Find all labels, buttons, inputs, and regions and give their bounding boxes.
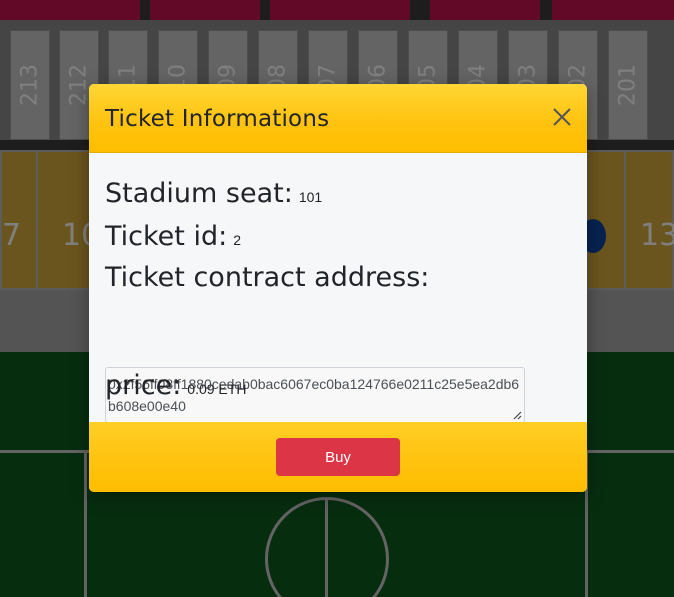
modal-title: Ticket Informations	[105, 106, 330, 132]
stadium-seat-value: 101	[298, 189, 323, 205]
contract-address-label: Ticket contract address:	[105, 262, 430, 293]
price-line: price: 0.09 ETH	[105, 370, 246, 401]
ticket-id-label: Ticket id:	[105, 221, 228, 252]
close-icon	[553, 108, 571, 126]
ticket-id-value: 2	[233, 232, 241, 248]
price-value: 0.09 ETH	[187, 381, 247, 397]
ticket-info-modal: Ticket Informations Stadium seat: 101 Tic…	[89, 84, 587, 492]
close-button[interactable]	[551, 106, 573, 128]
modal-header: Ticket Informations	[89, 84, 587, 153]
stadium-seat-label: Stadium seat:	[105, 178, 293, 209]
price-label: price:	[105, 370, 182, 401]
contract-address-row: Ticket contract address:	[105, 262, 429, 293]
modal-footer: Buy	[89, 422, 587, 492]
stadium-seat-row: Stadium seat: 101	[105, 178, 322, 209]
buy-button[interactable]: Buy	[276, 438, 400, 476]
resize-handle-icon[interactable]	[512, 410, 522, 420]
ticket-id-row: Ticket id: 2	[105, 221, 241, 252]
